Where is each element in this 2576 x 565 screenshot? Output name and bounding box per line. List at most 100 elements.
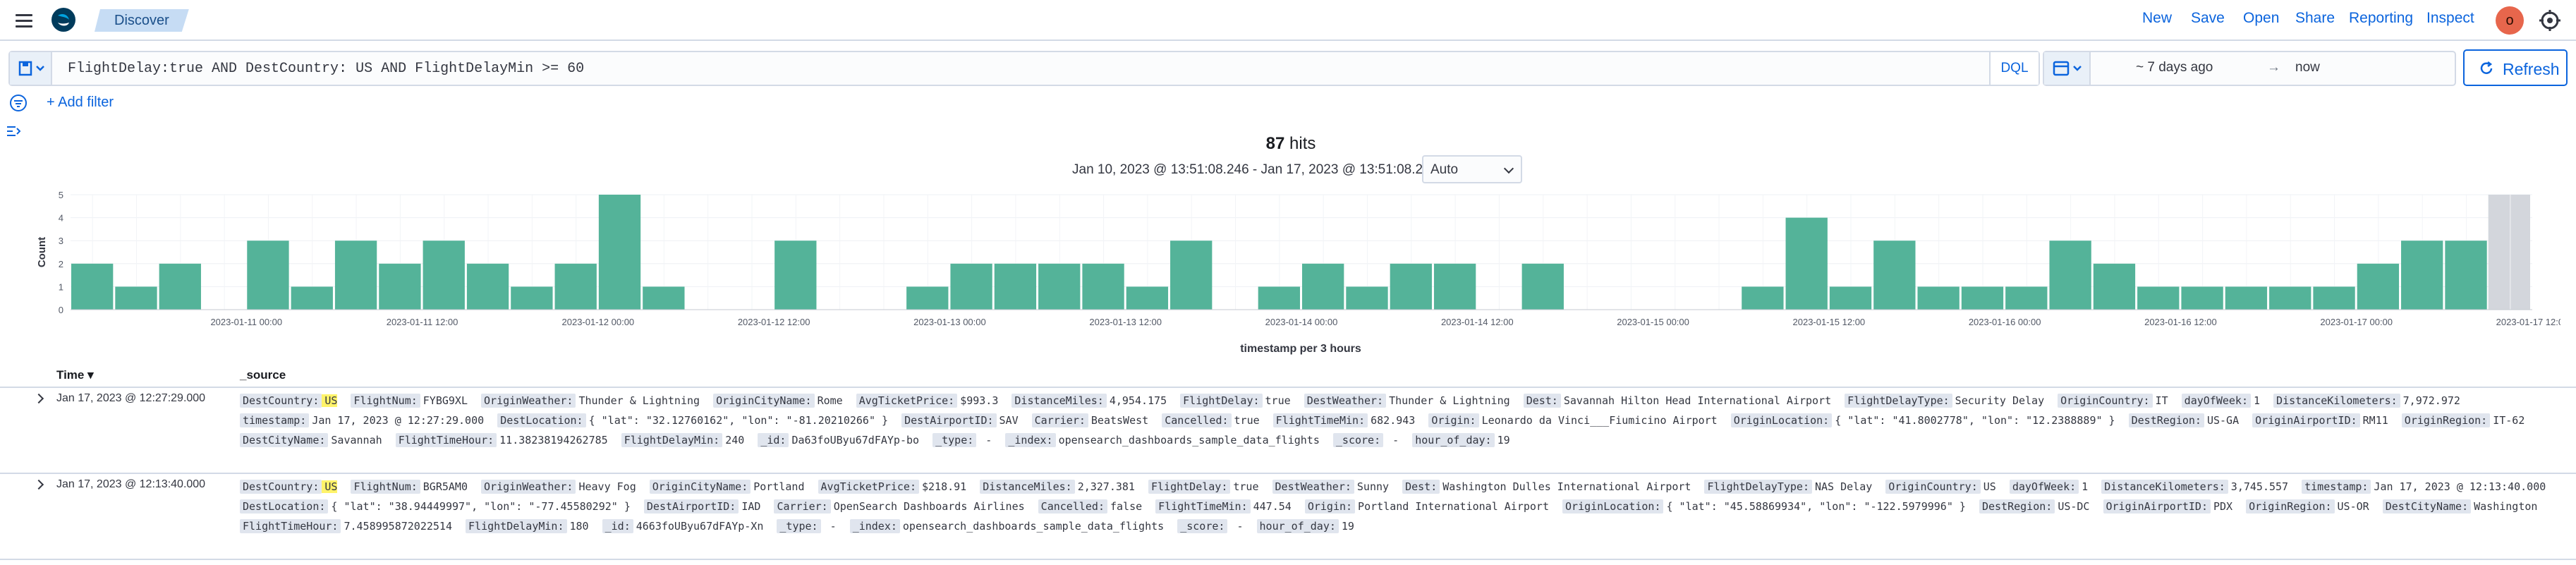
source-field: DestLocation:{ "lat": "38.94449997", "lo…	[240, 499, 631, 514]
histogram-bar	[71, 263, 114, 310]
menu-icon[interactable]	[13, 8, 37, 32]
source-field: _score: -	[1332, 433, 1399, 447]
y-tick-label: 1	[59, 281, 63, 292]
field-value: 240	[725, 434, 745, 446]
date-arrow-icon: →	[2267, 60, 2280, 75]
expand-row-chevron-icon[interactable]	[33, 393, 44, 404]
x-axis-title: timestamp per 3 hours	[1240, 343, 1361, 355]
expand-row-chevron-icon[interactable]	[33, 479, 44, 490]
field-key: DestWeather:	[1272, 480, 1354, 494]
interval-select[interactable]: Auto	[1422, 155, 1522, 183]
field-key: Carrier:	[774, 499, 831, 514]
field-value: { "lat": "32.12760162", "lon": "-81.2021…	[588, 414, 889, 427]
saved-queries-button[interactable]	[10, 52, 52, 85]
source-field: OriginRegion: US-OR	[2246, 499, 2369, 514]
field-value: Leonardo da Vinci___Fiumicino Airport	[1481, 414, 1718, 427]
field-key: Carrier:	[1031, 413, 1088, 427]
y-tick-label: 3	[59, 236, 63, 246]
source-field: DestCityName: Washington	[2382, 499, 2537, 514]
field-value: 7,972.972	[2402, 394, 2460, 407]
source-field: Dest: Savannah Hilton Head International …	[1523, 394, 1831, 408]
source-field: FlightDelay: true	[1180, 394, 1291, 408]
field-value: 447.54	[1253, 500, 1292, 513]
field-value: -	[1386, 434, 1399, 446]
field-value: OpenSearch Dashboards Airlines	[833, 500, 1025, 513]
help-gear-icon[interactable]	[2538, 8, 2562, 32]
date-end[interactable]: now	[2295, 60, 2320, 75]
y-tick-label: 2	[59, 259, 63, 269]
field-key: Dest:	[1402, 480, 1440, 494]
histogram-bar	[1258, 286, 1300, 310]
source-field: OriginCountry: US	[1885, 480, 1996, 494]
time-column-header[interactable]: Time ▾	[56, 368, 94, 382]
query-language-button[interactable]: DQL	[1989, 52, 2039, 85]
field-key: DistanceMiles:	[1011, 394, 1107, 408]
query-input[interactable]	[61, 52, 1986, 85]
add-filter-button[interactable]: + Add filter	[47, 95, 114, 111]
field-key: DestCityName:	[240, 433, 329, 447]
field-key: FlightTimeHour:	[240, 519, 341, 533]
source-field: DestCountry: US	[240, 394, 338, 408]
field-value: $993.3	[960, 394, 999, 407]
opensearch-logo-icon[interactable]	[49, 6, 78, 34]
nav-reporting-link[interactable]: Reporting	[2349, 10, 2413, 27]
field-key: FlightDelay:	[1148, 480, 1231, 494]
nav-open-link[interactable]: Open	[2243, 10, 2279, 27]
field-key: AvgTicketPrice:	[856, 394, 958, 408]
x-tick-label: 2023-01-17 00:00	[2320, 317, 2393, 327]
field-value: { "lat": "41.8002778", "lon": "12.238888…	[1835, 414, 2115, 427]
x-tick-label: 2023-01-16 12:00	[2144, 317, 2217, 327]
y-tick-label: 4	[59, 213, 63, 224]
histogram-bar	[2225, 286, 2268, 310]
field-key: dayOfWeek:	[2009, 480, 2079, 494]
field-value: Portland International Airport	[1358, 500, 1549, 513]
field-key: FlightTimeHour:	[395, 433, 497, 447]
nav-save-link[interactable]: Save	[2191, 10, 2225, 27]
breadcrumb-discover[interactable]: Discover	[95, 9, 189, 32]
histogram-bar	[1126, 286, 1169, 310]
source-field: FlightNum: BGR5AM0	[351, 480, 468, 494]
histogram-bar	[1521, 263, 1564, 310]
sidebar-toggle-icon[interactable]	[6, 123, 23, 140]
filter-options-icon[interactable]	[8, 93, 28, 113]
date-start[interactable]: ~ 7 days ago	[2136, 60, 2213, 75]
histogram-bar	[466, 263, 509, 310]
source-field: FlightDelayType: NAS Delay	[1704, 480, 1872, 494]
histogram-bar	[774, 241, 817, 310]
source-field: OriginRegion: IT-62	[2401, 413, 2525, 427]
field-value: PDX	[2213, 500, 2233, 513]
save-disk-icon	[18, 61, 44, 76]
x-tick-label: 2023-01-15 12:00	[1793, 317, 1866, 327]
field-value: 2,327.381	[1077, 480, 1135, 493]
field-key: FlightDelay:	[1180, 394, 1263, 408]
field-value: $218.91	[922, 480, 967, 493]
field-key: Cancelled:	[1162, 413, 1232, 427]
field-value: US-DC	[2058, 500, 2090, 513]
field-key: DistanceMiles:	[980, 480, 1075, 494]
histogram-bar	[2445, 241, 2487, 310]
field-key: DestCountry:	[240, 394, 322, 408]
field-key: FlightDelayMin:	[466, 519, 567, 533]
source-field: FlightDelayMin: 240	[621, 433, 745, 447]
user-avatar[interactable]: o	[2496, 6, 2524, 35]
field-value: -	[823, 520, 837, 533]
quick-menu-button[interactable]	[2044, 52, 2091, 85]
field-key: DistanceKilometers:	[2273, 394, 2400, 408]
nav-inspect-link[interactable]: Inspect	[2426, 10, 2474, 27]
source-field: _type: -	[777, 519, 837, 533]
source-field: DestRegion: US-DC	[1979, 499, 2090, 514]
x-tick-label: 2023-01-12 00:00	[562, 317, 635, 327]
source-column-header: _source	[240, 368, 286, 382]
source-field: _index: opensearch_dashboards_sample_data…	[1005, 433, 1320, 447]
histogram-bar	[511, 286, 553, 310]
field-key: DestLocation:	[497, 413, 586, 427]
field-key: DestCityName:	[2382, 499, 2472, 514]
source-field: Dest: Washington Dulles International Air…	[1402, 480, 1691, 494]
histogram-bar	[2137, 286, 2180, 310]
time-header-label: Time	[56, 368, 85, 382]
refresh-button[interactable]: Refresh	[2463, 49, 2568, 86]
nav-share-link[interactable]: Share	[2295, 10, 2335, 27]
hits-number: 87	[1265, 134, 1285, 153]
field-value: Washington Dulles International Airport	[1442, 480, 1691, 493]
nav-new-link[interactable]: New	[2142, 10, 2172, 27]
